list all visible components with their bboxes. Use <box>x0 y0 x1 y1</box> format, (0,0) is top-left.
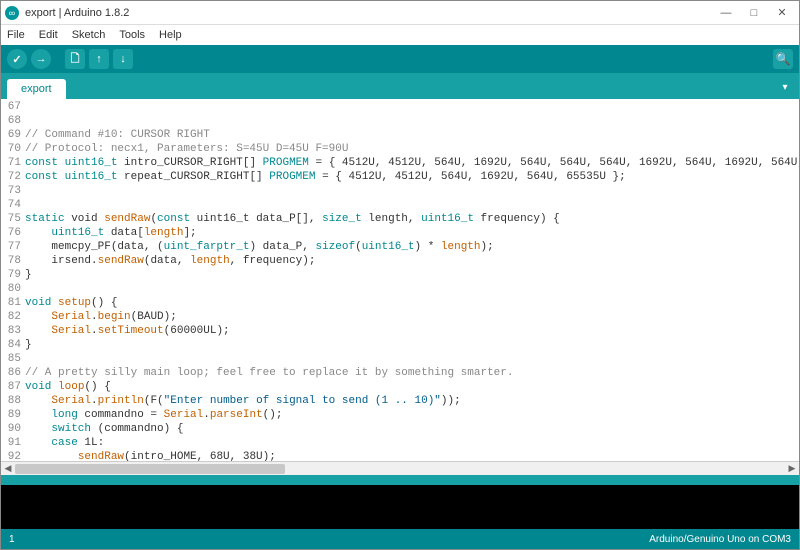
window-title: export | Arduino 1.8.2 <box>25 7 719 19</box>
menu-sketch[interactable]: Sketch <box>70 27 108 43</box>
message-bar <box>1 475 799 485</box>
status-line: 1 <box>9 534 649 545</box>
minimize-button[interactable]: — <box>719 6 733 20</box>
open-button[interactable]: ↑ <box>89 49 109 69</box>
tabbar: export ▾ <box>1 73 799 99</box>
scroll-right-icon[interactable]: ▶ <box>785 462 799 476</box>
upload-button[interactable]: → <box>31 49 51 69</box>
close-button[interactable]: ✕ <box>775 6 789 20</box>
menu-file[interactable]: File <box>5 27 27 43</box>
magnifier-icon: 🔍 <box>776 52 791 66</box>
menu-edit[interactable]: Edit <box>37 27 60 43</box>
scroll-thumb[interactable] <box>15 464 285 474</box>
chevron-down-icon: ▾ <box>782 82 787 93</box>
menu-help[interactable]: Help <box>157 27 184 43</box>
titlebar: ∞ export | Arduino 1.8.2 — □ ✕ <box>1 1 799 25</box>
status-board: Arduino/Genuino Uno on COM3 <box>649 534 791 545</box>
check-icon: ✓ <box>12 53 21 66</box>
code-editor[interactable]: 67 68 69 70 71 72 73 74 75 76 77 78 79 8… <box>1 99 799 461</box>
console-output[interactable] <box>1 485 799 529</box>
arrow-down-icon: ↓ <box>120 53 126 65</box>
statusbar: 1 Arduino/Genuino Uno on COM3 <box>1 529 799 549</box>
verify-button[interactable]: ✓ <box>7 49 27 69</box>
save-button[interactable]: ↓ <box>113 49 133 69</box>
arrow-right-icon: → <box>36 53 47 65</box>
scroll-track[interactable] <box>15 462 785 476</box>
tab-menu-button[interactable]: ▾ <box>777 79 793 95</box>
menubar: File Edit Sketch Tools Help <box>1 25 799 45</box>
horizontal-scrollbar[interactable]: ◀ ▶ <box>1 461 799 475</box>
arrow-up-icon: ↑ <box>96 53 102 65</box>
app-icon: ∞ <box>5 6 19 20</box>
tab-export[interactable]: export <box>7 79 66 99</box>
file-icon: 🗋 <box>71 50 80 69</box>
menu-tools[interactable]: Tools <box>117 27 147 43</box>
new-button[interactable]: 🗋 <box>65 49 85 69</box>
scroll-left-icon[interactable]: ◀ <box>1 462 15 476</box>
serial-monitor-button[interactable]: 🔍 <box>773 49 793 69</box>
maximize-button[interactable]: □ <box>747 6 761 20</box>
code-area[interactable]: // Command #10: CURSOR RIGHT // Protocol… <box>25 99 799 461</box>
toolbar: ✓ → 🗋 ↑ ↓ 🔍 <box>1 45 799 73</box>
line-gutter: 67 68 69 70 71 72 73 74 75 76 77 78 79 8… <box>1 99 25 461</box>
